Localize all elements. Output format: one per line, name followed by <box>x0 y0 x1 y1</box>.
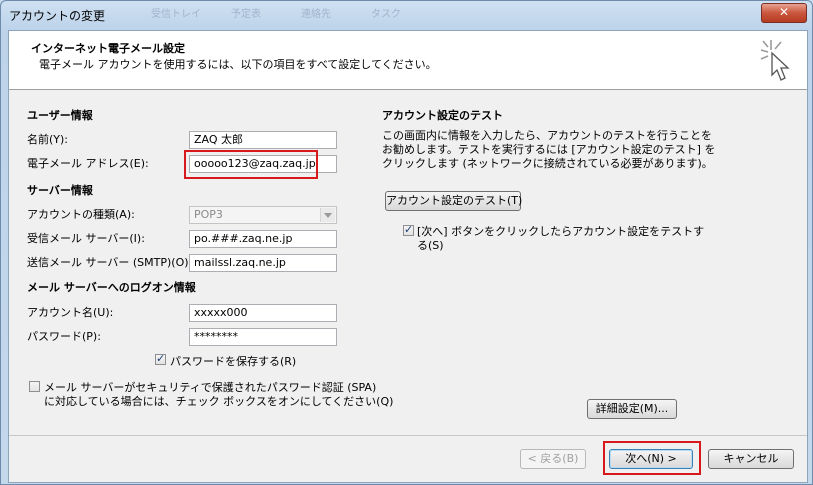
user-info-heading: ユーザー情報 <box>27 109 93 122</box>
account-test-heading: アカウント設定のテスト <box>382 109 503 122</box>
window-title: アカウントの変更 <box>9 9 106 23</box>
title-bar[interactable]: アカウントの変更 受信トレイ 予定表 連絡先 タスク ✕ <box>1 1 812 27</box>
background-toolbar-item: 連絡先 <box>301 9 331 20</box>
dialog-body: インターネット電子メール設定 電子メール アカウントを使用するには、以下の項目を… <box>8 30 808 483</box>
account-test-desc-line1: この画面内に情報を入力したら、アカウントのテストを行うことを <box>382 129 712 142</box>
account-name-input[interactable]: xxxxx000 <box>189 304 337 322</box>
dialog-header: インターネット電子メール設定 電子メール アカウントを使用するには、以下の項目を… <box>9 31 807 90</box>
spa-checkbox[interactable] <box>29 381 40 392</box>
sparkle-cursor-icon <box>760 40 790 81</box>
server-info-heading: サーバー情報 <box>27 184 93 197</box>
header-title: インターネット電子メール設定 <box>31 42 185 55</box>
name-label: 名前(Y): <box>27 133 69 146</box>
name-input[interactable]: ZAQ 太郎 <box>189 131 337 149</box>
background-toolbar-item: 受信トレイ <box>151 9 201 20</box>
account-test-desc-line2: お勧めします。テストを実行するには [アカウント設定のテスト] を <box>382 143 716 156</box>
cancel-button[interactable]: キャンセル <box>708 449 794 469</box>
outgoing-server-label: 送信メール サーバー (SMTP)(O): <box>27 256 193 269</box>
more-settings-button[interactable]: 詳細設定(M)... <box>587 399 677 419</box>
password-input[interactable]: ******** <box>189 328 337 346</box>
footer-divider <box>9 435 807 436</box>
account-name-label: アカウント名(U): <box>27 306 114 319</box>
dialog-window: アカウントの変更 受信トレイ 予定表 連絡先 タスク ✕ インターネット電子メー… <box>0 0 813 485</box>
header-subtitle: 電子メール アカウントを使用するには、以下の項目をすべて設定してください。 <box>39 58 437 71</box>
test-account-settings-button[interactable]: アカウント設定のテスト(T) <box>385 191 522 211</box>
account-type-label: アカウントの種類(A): <box>27 208 135 221</box>
auto-test-label-line2[interactable]: る(S) <box>417 237 444 253</box>
logon-info-heading: メール サーバーへのログオン情報 <box>27 281 196 294</box>
remember-password-label[interactable]: パスワードを保存する(R) <box>170 353 296 369</box>
background-toolbar-item: タスク <box>371 9 401 20</box>
account-test-desc-line3: クリックします (ネットワークに接続されている必要があります)。 <box>382 157 713 170</box>
background-toolbar-item: 予定表 <box>231 9 261 20</box>
account-type-select: POP3 <box>189 206 337 224</box>
incoming-server-input[interactable]: po.###.zaq.ne.jp <box>189 230 337 248</box>
auto-test-checkbox[interactable] <box>403 223 414 236</box>
outgoing-server-input[interactable]: mailssl.zaq.ne.jp <box>189 254 337 272</box>
incoming-server-label: 受信メール サーバー(I): <box>27 232 145 245</box>
spa-label-line2[interactable]: に対応している場合には、チェック ボックスをオンにしてください(Q) <box>44 393 393 409</box>
next-highlight-box <box>603 441 701 475</box>
close-button[interactable]: ✕ <box>761 3 807 23</box>
remember-password-checkbox[interactable] <box>155 352 166 365</box>
back-button[interactable]: < 戻る(B) <box>520 449 586 469</box>
chevron-down-icon <box>320 208 335 222</box>
account-type-value: POP3 <box>194 208 223 221</box>
password-label: パスワード(P): <box>27 330 101 343</box>
email-highlight-box <box>184 150 318 179</box>
auto-test-label-line1[interactable]: [次へ] ボタンをクリックしたらアカウント設定をテストす <box>417 223 704 239</box>
email-label: 電子メール アドレス(E): <box>27 157 149 170</box>
